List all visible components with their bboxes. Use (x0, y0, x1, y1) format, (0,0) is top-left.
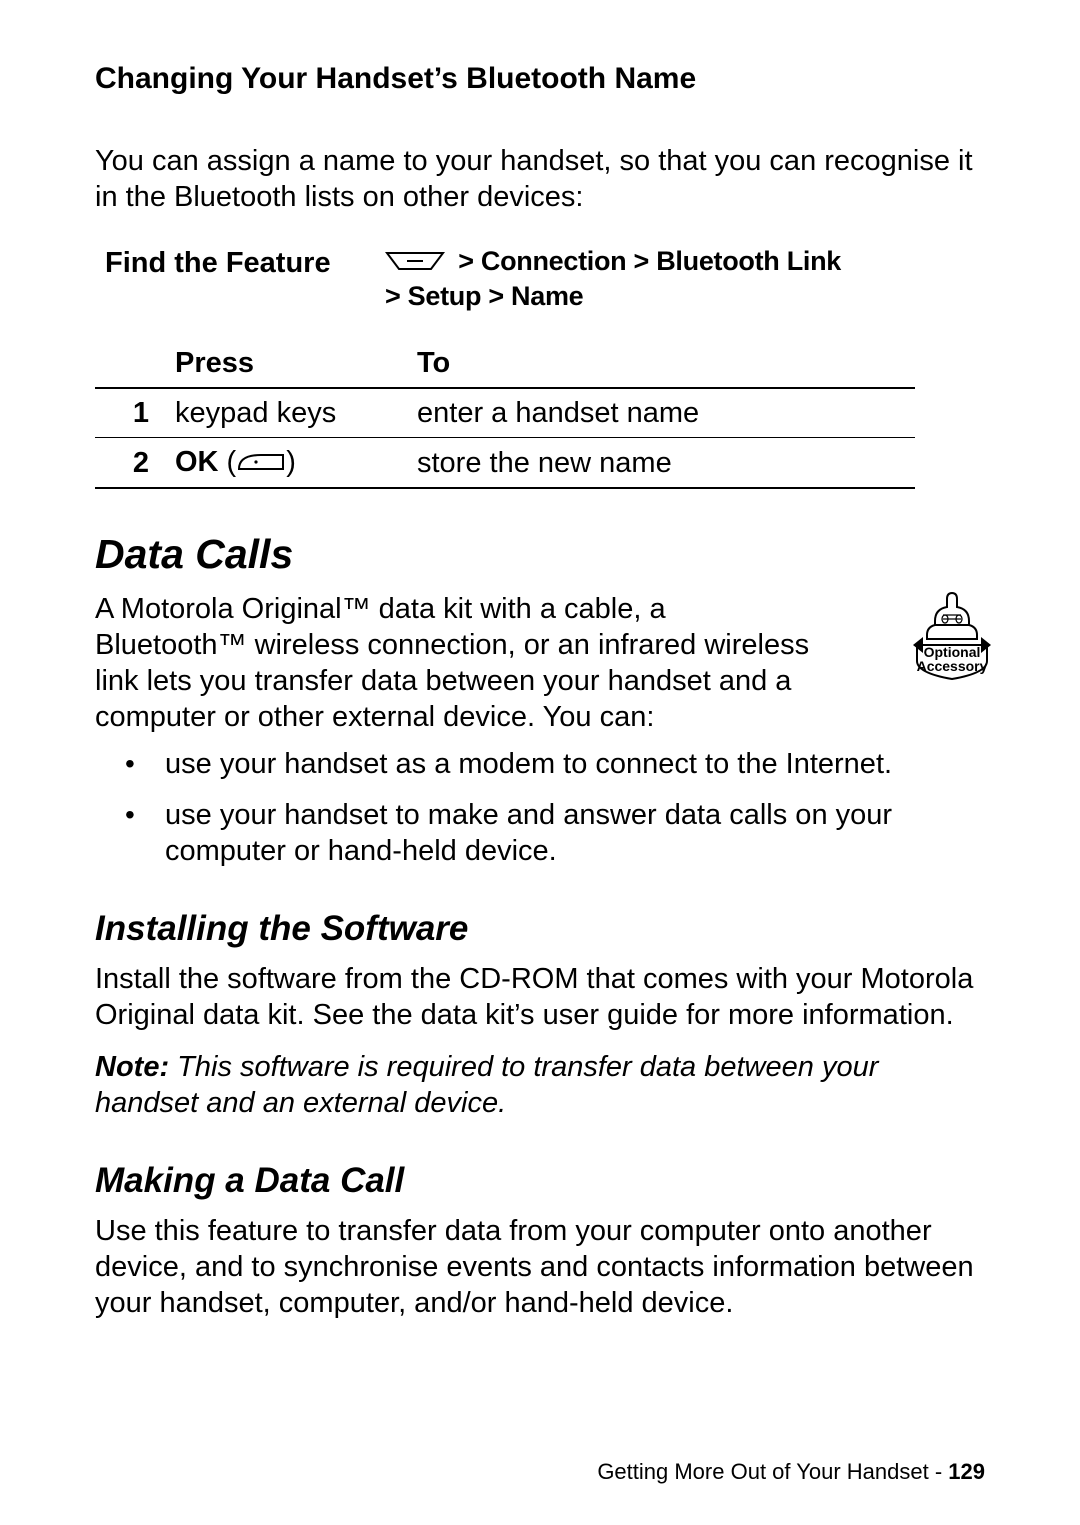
note-label: Note: (95, 1051, 177, 1083)
step-index: 1 (95, 388, 169, 438)
data-calls-paragraph: A Motorola Original™ data kit with a cab… (95, 591, 815, 736)
press-to-table: Press To 1 keypad keys enter a handset n… (95, 339, 915, 490)
subsection-heading: Changing Your Handset’s Bluetooth Name (95, 60, 985, 98)
svg-text:Accessory: Accessory (917, 658, 988, 674)
step-index: 2 (95, 438, 169, 489)
menu-key-icon (385, 246, 445, 280)
section-heading: Data Calls (95, 529, 985, 580)
note-text: This software is required to transfer da… (95, 1051, 878, 1119)
subsection-heading: Making a Data Call (95, 1159, 985, 1203)
page-number: 129 (948, 1459, 985, 1484)
menu-path-line-2: > Setup > Name (385, 280, 985, 314)
step-to: enter a handset name (411, 388, 915, 438)
install-paragraph: Install the software from the CD-ROM tha… (95, 961, 985, 1034)
footer-section-name: Getting More Out of Your Handset - (597, 1459, 948, 1484)
making-data-call-paragraph: Use this feature to transfer data from y… (95, 1213, 985, 1322)
optional-accessory-badge: Optional Accessory (909, 591, 995, 694)
list-item: use your handset to make and answer data… (165, 797, 985, 870)
table-row: 2 OK ( ) store the new name (95, 438, 915, 489)
col-header-to: To (411, 339, 915, 388)
find-the-feature-label: Find the Feature (95, 245, 385, 281)
step-press: OK ( ) (169, 438, 411, 489)
ok-softkey-label: OK (175, 446, 219, 478)
page-footer: Getting More Out of Your Handset - 129 (597, 1458, 985, 1486)
bullet-list: use your handset as a modem to connect t… (95, 746, 985, 870)
menu-path-text-1: > Connection > Bluetooth Link (451, 246, 841, 276)
subsection-heading: Installing the Software (95, 907, 985, 951)
menu-path: > Connection > Bluetooth Link > Setup > … (385, 245, 985, 314)
manual-page: Changing Your Handset’s Bluetooth Name Y… (0, 0, 1080, 1525)
intro-paragraph: You can assign a name to your handset, s… (95, 143, 985, 216)
menu-path-line-1: > Connection > Bluetooth Link (385, 245, 985, 280)
right-softkey-icon (236, 445, 286, 481)
data-calls-intro-block: A Motorola Original™ data kit with a cab… (95, 591, 985, 736)
step-press: keypad keys (169, 388, 411, 438)
note-line: Note: This software is required to trans… (95, 1049, 985, 1122)
col-header-press: Press (169, 339, 411, 388)
table-row: 1 keypad keys enter a handset name (95, 388, 915, 438)
list-item: use your handset as a modem to connect t… (165, 746, 985, 782)
step-to: store the new name (411, 438, 915, 489)
find-the-feature-row: Find the Feature > Connection > Bluetoot… (95, 245, 985, 314)
